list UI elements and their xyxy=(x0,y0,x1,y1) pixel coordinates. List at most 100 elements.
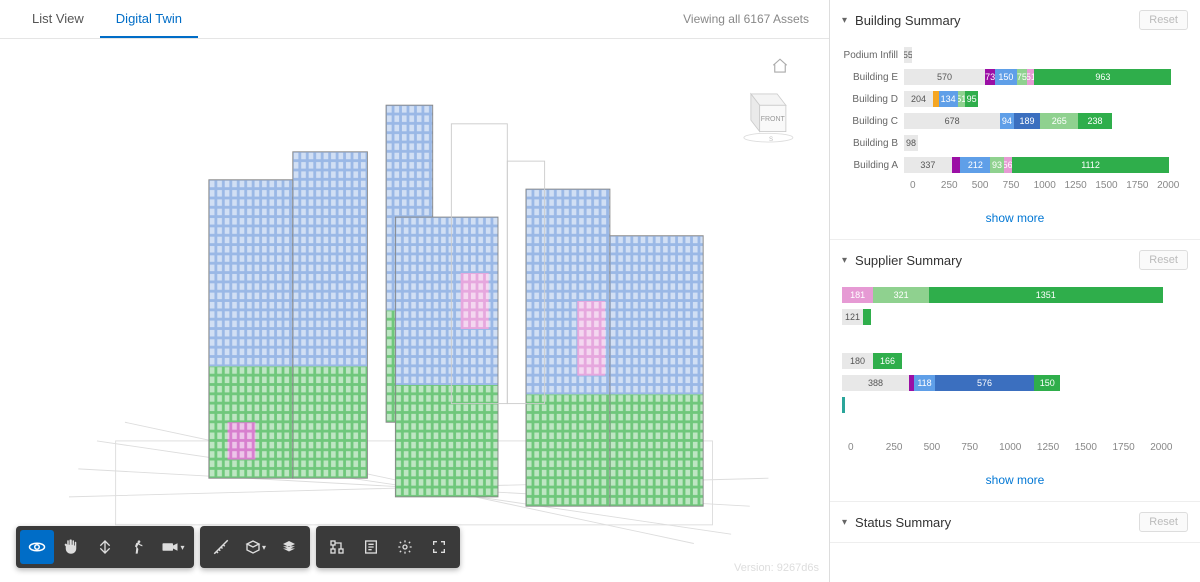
bar-segment[interactable]: 181 xyxy=(842,287,873,303)
chevron-down-icon[interactable]: ▾ xyxy=(842,517,847,528)
row-label: Building E xyxy=(842,72,904,83)
bar-segment[interactable]: 118 xyxy=(914,375,934,391)
bar-segment[interactable]: 51 xyxy=(958,91,965,107)
3d-viewport[interactable]: FRONT S xyxy=(0,39,829,582)
bar-track: 121 xyxy=(842,309,1188,325)
row-label: Building D xyxy=(842,94,904,105)
bar-segment[interactable]: 337 xyxy=(904,157,952,173)
version-label: Version: 9267d6s xyxy=(734,562,819,574)
reset-button[interactable]: Reset xyxy=(1139,512,1188,532)
zoom-tool[interactable] xyxy=(88,530,122,564)
model-render xyxy=(0,39,829,582)
bar-track: 388 118576150 xyxy=(842,375,1188,391)
bar-segment[interactable]: 150 xyxy=(995,69,1016,85)
chart-row[interactable]: 180166 xyxy=(842,350,1188,372)
panel-status-summary: ▾ Status Summary Reset xyxy=(830,502,1200,543)
bar-segment[interactable] xyxy=(952,157,961,173)
axis-tick: 0 xyxy=(848,442,886,453)
axis-tick: 250 xyxy=(886,442,924,453)
axis-tick: 1500 xyxy=(1095,180,1126,191)
bar-segment[interactable]: 56 xyxy=(1004,157,1012,173)
chart-row[interactable]: 388 118576150 xyxy=(842,372,1188,394)
bar-segment[interactable]: 166 xyxy=(873,353,902,369)
chart-row[interactable] xyxy=(842,328,1188,350)
chart-row[interactable]: Building D204 1345195 xyxy=(842,88,1188,110)
bar-segment[interactable]: 98 xyxy=(904,135,918,151)
bar-segment[interactable]: 238 xyxy=(1078,113,1112,129)
bar-segment[interactable]: 180 xyxy=(842,353,873,369)
chevron-down-icon[interactable]: ▾ xyxy=(842,255,847,266)
bar-segment[interactable] xyxy=(863,309,871,325)
bar-segment[interactable]: 388 xyxy=(842,375,909,391)
walk-tool[interactable] xyxy=(122,530,156,564)
axis-tick: 500 xyxy=(972,180,1003,191)
pan-tool[interactable] xyxy=(54,530,88,564)
axis-tick: 1750 xyxy=(1112,442,1150,453)
bar-segment[interactable]: 75 xyxy=(1017,69,1028,85)
bar-segment[interactable]: 55 xyxy=(904,47,912,63)
tab-list-view[interactable]: List View xyxy=(16,0,100,38)
explode-tool[interactable] xyxy=(272,530,306,564)
chevron-down-icon[interactable]: ▾ xyxy=(842,15,847,26)
camera-tool[interactable]: ▾ xyxy=(156,530,190,564)
bar-segment[interactable]: 963 xyxy=(1034,69,1171,85)
bar-segment[interactable]: 1351 xyxy=(929,287,1163,303)
panel-title: Status Summary xyxy=(855,515,1139,530)
axis-tick: 750 xyxy=(961,442,999,453)
panel-title: Supplier Summary xyxy=(855,253,1139,268)
bar-segment[interactable]: 321 xyxy=(873,287,929,303)
bar-segment[interactable]: 678 xyxy=(904,113,1000,129)
bar-segment[interactable]: 189 xyxy=(1014,113,1041,129)
viewing-count: Viewing all 6167 Assets xyxy=(683,12,813,26)
bar-segment[interactable]: 51 xyxy=(1027,69,1034,85)
properties-tool[interactable] xyxy=(354,530,388,564)
show-more-link[interactable]: show more xyxy=(830,201,1200,239)
axis-tick: 1000 xyxy=(999,442,1037,453)
bar-segment[interactable]: 150 xyxy=(1034,375,1060,391)
bar-track: 570731507551963 xyxy=(904,69,1188,85)
bar-segment[interactable]: 93 xyxy=(990,157,1003,173)
bar-segment[interactable]: 73 xyxy=(985,69,995,85)
bar-segment[interactable]: 570 xyxy=(904,69,985,85)
fullscreen-tool[interactable] xyxy=(422,530,456,564)
settings-tool[interactable] xyxy=(388,530,422,564)
chart-row[interactable]: Building A337 21293561112 xyxy=(842,154,1188,176)
bar-track: 67894189265238 xyxy=(904,113,1188,129)
chart-row[interactable]: 121 xyxy=(842,306,1188,328)
reset-button[interactable]: Reset xyxy=(1139,10,1188,30)
section-tool[interactable]: ▾ xyxy=(238,530,272,564)
bar-segment[interactable]: 121 xyxy=(842,309,863,325)
chart-row[interactable]: Building E570731507551963 xyxy=(842,66,1188,88)
bar-segment[interactable] xyxy=(842,397,845,413)
chart-row[interactable]: 1813211351 xyxy=(842,284,1188,306)
model-tree-tool[interactable] xyxy=(320,530,354,564)
bar-segment[interactable]: 576 xyxy=(935,375,1035,391)
chart-row[interactable]: Building C67894189265238 xyxy=(842,110,1188,132)
bar-segment[interactable]: 204 xyxy=(904,91,933,107)
bar-segment[interactable]: 212 xyxy=(960,157,990,173)
tab-digital-twin[interactable]: Digital Twin xyxy=(100,0,198,38)
reset-button[interactable]: Reset xyxy=(1139,250,1188,270)
chart-row[interactable] xyxy=(842,394,1188,416)
measure-tool[interactable] xyxy=(204,530,238,564)
chart-row[interactable]: Building B98 xyxy=(842,132,1188,154)
bar-segment[interactable]: 265 xyxy=(1040,113,1078,129)
show-more-link[interactable]: show more xyxy=(830,463,1200,501)
settings-tool-group xyxy=(316,526,460,568)
axis-tick: 2000 xyxy=(1157,180,1188,191)
panel-supplier-summary: ▾ Supplier Summary Reset 1813211351 121 18… xyxy=(830,240,1200,502)
bar-track: 55 xyxy=(904,47,1188,63)
row-label: Building A xyxy=(842,160,904,171)
bar-track xyxy=(842,397,1188,413)
bar-segment[interactable]: 94 xyxy=(1000,113,1013,129)
panel-building-summary: ▾ Building Summary Reset Podium Infill55… xyxy=(830,0,1200,240)
bar-segment[interactable]: 134 xyxy=(939,91,958,107)
axis-tick: 2000 xyxy=(1150,442,1188,453)
orbit-tool[interactable] xyxy=(20,530,54,564)
bar-segment[interactable]: 1112 xyxy=(1012,157,1170,173)
axis-tick: 1250 xyxy=(1064,180,1095,191)
chart-row[interactable] xyxy=(842,416,1188,438)
bar-segment[interactable]: 95 xyxy=(965,91,978,107)
nav-tool-group: ▾ xyxy=(16,526,194,568)
chart-row[interactable]: Podium Infill55 xyxy=(842,44,1188,66)
